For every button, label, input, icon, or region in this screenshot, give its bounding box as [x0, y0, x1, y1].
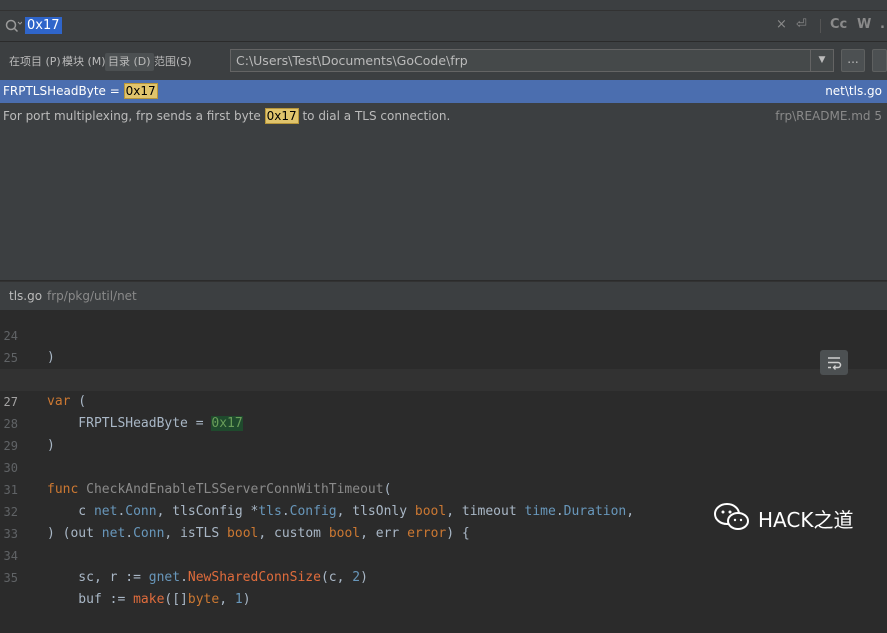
code-package: gnet	[148, 570, 181, 585]
code-function-call: make	[133, 592, 165, 607]
search-bar: 0x17 × ⏎ Cc W .	[0, 11, 887, 42]
preview-filename: tls.go	[9, 289, 43, 303]
soft-wrap-button[interactable]	[820, 350, 848, 375]
match-highlight: 0x17	[264, 108, 299, 124]
wechat-icon	[714, 503, 749, 530]
code-token: )	[242, 592, 251, 607]
code-type: byte	[187, 592, 220, 607]
search-icon[interactable]	[4, 17, 22, 35]
top-strip	[0, 0, 887, 11]
code-line: 29	[0, 413, 887, 453]
results-list: FRPTLSHeadByte = 0x17 net\tls.go For por…	[0, 80, 887, 280]
watermark-text: HACK之道	[758, 508, 854, 532]
scope-bar: 在项目 (P) 模块 (M) 目录 (D) 范围(S) C:\Users\Tes…	[0, 42, 887, 80]
code-line: 35 buf := make([]byte, 1)	[0, 545, 887, 607]
result-suffix: to dial a TLS connection.	[298, 109, 451, 123]
code-function-call: NewSharedConnSize	[187, 570, 321, 585]
code-line: 25	[0, 325, 887, 365]
current-code-line: 27 FRPTLSHeadByte = 0x17	[0, 369, 887, 431]
code-token: ,	[219, 592, 235, 607]
toolbar-separator	[820, 19, 821, 33]
tab-scope[interactable]: 范围(S)	[151, 53, 195, 71]
result-prefix: For port multiplexing, frp sends a first…	[3, 109, 265, 123]
browse-button[interactable]: ...	[841, 49, 865, 72]
code-number: 1	[234, 592, 243, 607]
match-highlight: 0x17	[123, 83, 158, 99]
tab-module[interactable]: 模块 (M)	[59, 53, 109, 71]
code-editor[interactable]: 24 ) 25 26 var ( 27 FRPTLSHeadByte = 0x1…	[0, 310, 887, 607]
result-row[interactable]: For port multiplexing, frp sends a first…	[0, 105, 887, 128]
directory-path-value: C:\Users\Test\Documents\GoCode\frp	[236, 53, 468, 68]
result-prefix: FRPTLSHeadByte =	[3, 84, 124, 98]
tab-directory[interactable]: 目录 (D)	[105, 53, 154, 71]
code-token: (c,	[320, 570, 353, 585]
preview-path: frp/pkg/util/net	[47, 289, 137, 303]
new-line-icon[interactable]: ⏎	[796, 17, 807, 32]
directory-path-combobox[interactable]: C:\Users\Test\Documents\GoCode\frp ▼	[230, 49, 834, 72]
code-line: 28 )	[0, 391, 887, 453]
pin-button[interactable]	[872, 49, 887, 72]
result-row[interactable]: FRPTLSHeadByte = 0x17 net\tls.go	[0, 80, 887, 103]
code-line: 24 )	[0, 303, 887, 365]
line-number: 35	[3, 571, 18, 585]
result-file: net\tls.go	[825, 84, 882, 98]
code-token: sc, r :=	[47, 570, 149, 585]
code-line: 31 c net.Conn, tlsConfig *tls.Config, tl…	[0, 457, 887, 519]
match-case-toggle[interactable]: Cc	[830, 17, 847, 32]
code-line: 30 func CheckAndEnableTLSServerConnWithT…	[0, 435, 887, 497]
code-text: buf := make([]byte, 1)	[47, 589, 251, 611]
clear-search-icon[interactable]: ×	[776, 17, 787, 32]
result-text: For port multiplexing, frp sends a first…	[3, 108, 451, 124]
code-line: 26 var (	[0, 347, 887, 409]
result-file: frp\README.md 5	[775, 109, 882, 123]
code-text: sc, r := gnet.NewSharedConnSize(c, 2)	[47, 567, 368, 589]
chevron-down-icon[interactable]: ▼	[810, 50, 833, 71]
code-token: buf :=	[47, 592, 134, 607]
code-line: 33	[0, 501, 887, 541]
regex-toggle[interactable]: .	[880, 17, 885, 32]
words-toggle[interactable]: W	[857, 17, 871, 32]
code-token: ([]	[164, 592, 188, 607]
code-number: 2	[352, 570, 361, 585]
code-token: )	[360, 570, 368, 585]
tab-in-project[interactable]: 在项目 (P)	[6, 53, 64, 71]
soft-wrap-icon	[828, 357, 842, 370]
search-input[interactable]: 0x17	[25, 17, 62, 34]
code-line: 32 ) (out net.Conn, isTLS bool, custom b…	[0, 479, 887, 541]
code-line: 34 sc, r := gnet.NewSharedConnSize(c, 2)	[0, 523, 887, 585]
code-token: .	[180, 570, 188, 585]
result-text: FRPTLSHeadByte = 0x17	[3, 83, 158, 99]
